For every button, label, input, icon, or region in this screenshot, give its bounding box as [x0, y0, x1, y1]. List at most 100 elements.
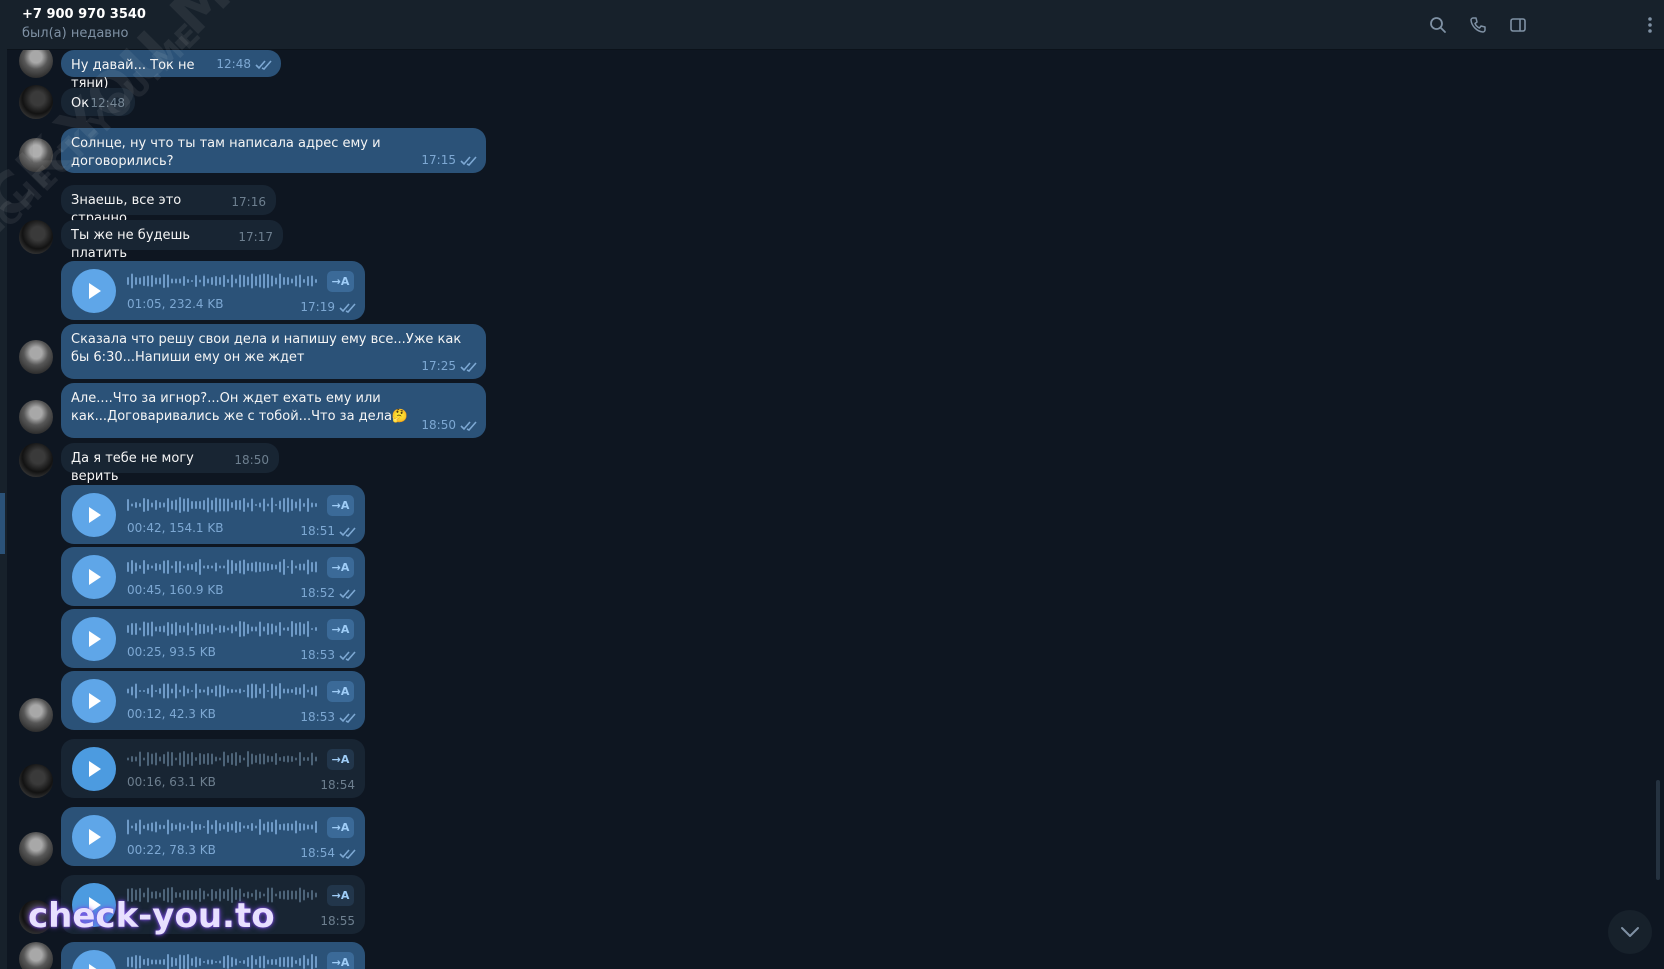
left-panel-edge [0, 0, 7, 969]
more-menu-icon[interactable] [1637, 12, 1663, 38]
play-icon [89, 829, 101, 845]
text-message[interactable]: Солнце, ну что ты там написала адрес ему… [61, 128, 486, 173]
voice-message[interactable]: →A 00:25, 93.5 KB 18:53 [61, 609, 365, 668]
message-time: 18:52 [300, 586, 335, 600]
play-icon [89, 631, 101, 647]
search-icon[interactable] [1425, 12, 1451, 38]
voice-duration-size: 00:45, 160.9 KB [127, 583, 224, 597]
left-panel-indicator [0, 493, 5, 554]
voice-duration-size: 00:42, 154.1 KB [127, 521, 224, 535]
play-icon [89, 964, 97, 969]
text-message[interactable]: Ты же не будешь платить 17:17 [61, 220, 283, 261]
text-message[interactable]: Знаешь, все это странно 17:16 [61, 185, 276, 226]
avatar[interactable] [19, 50, 53, 78]
scrollbar[interactable] [1656, 780, 1660, 880]
voice-duration-size: 00:12, 42.3 KB [127, 707, 216, 721]
read-receipt-icon [339, 651, 356, 661]
message-time: 18:50 [421, 418, 456, 432]
message-time: 17:25 [421, 359, 456, 373]
message-list[interactable]: Ну давай... Ток не тяни) 12:48 Ок 12:48 Солн… [7, 50, 1664, 969]
read-receipt-icon [460, 156, 477, 166]
message-text: Але....Что за игнор?...Он ждет ехать ему… [71, 391, 409, 424]
voice-waveform[interactable] [127, 619, 319, 639]
play-button[interactable] [72, 747, 116, 791]
text-message[interactable]: Але....Что за игнор?...Он ждет ехать ему… [61, 383, 486, 438]
message-time: 18:51 [300, 524, 335, 538]
avatar[interactable] [19, 340, 53, 374]
voice-duration-size: 00:22, 78.3 KB [127, 843, 216, 857]
voice-waveform[interactable] [127, 495, 319, 515]
contact-name[interactable]: +7 900 970 3540 [22, 7, 146, 22]
sidebar-toggle-icon[interactable] [1505, 12, 1531, 38]
voice-message[interactable]: →A 00:22, 78.3 KB 18:54 [61, 807, 365, 866]
message-time: 17:19 [300, 300, 335, 314]
avatar[interactable] [19, 832, 53, 866]
phone-icon[interactable] [1465, 12, 1491, 38]
message-time: 17:15 [421, 153, 456, 167]
play-button[interactable] [72, 815, 116, 859]
message-time: 18:50 [234, 453, 269, 467]
play-button[interactable] [72, 617, 116, 661]
play-icon [89, 693, 101, 709]
watermark-bottom: check-you.to [28, 896, 275, 936]
transcribe-button[interactable]: →A [327, 495, 354, 516]
play-icon [89, 283, 101, 299]
message-time: 17:16 [231, 195, 266, 209]
play-button[interactable] [72, 950, 116, 969]
text-message[interactable]: Да я тебе не могу верить 18:50 [61, 443, 279, 484]
play-icon [89, 761, 101, 777]
voice-message[interactable]: →A 00:45, 160.9 KB 18:52 [61, 547, 365, 606]
play-button[interactable] [72, 493, 116, 537]
avatar[interactable] [19, 764, 53, 798]
message-text: Сказала что решу свои дела и напишу ему … [71, 332, 462, 365]
voice-duration-size: 01:05, 232.4 KB [127, 297, 224, 311]
transcribe-button[interactable]: →A [327, 271, 354, 292]
voice-waveform[interactable] [127, 271, 319, 291]
text-message[interactable]: Сказала что решу свои дела и напишу ему … [61, 324, 486, 379]
voice-waveform[interactable] [127, 557, 319, 577]
message-time: 18:53 [300, 710, 335, 724]
avatar[interactable] [19, 698, 53, 732]
voice-waveform[interactable] [127, 817, 319, 837]
read-receipt-icon [339, 713, 356, 723]
avatar[interactable] [19, 443, 53, 477]
read-receipt-icon [339, 303, 356, 313]
play-button[interactable] [72, 555, 116, 599]
transcribe-button[interactable]: →A [327, 557, 354, 578]
play-icon [89, 569, 101, 585]
avatar[interactable] [19, 400, 53, 434]
chat-header: +7 900 970 3540 был(а) недавно [7, 0, 1664, 50]
play-icon [89, 507, 101, 523]
play-button[interactable] [72, 679, 116, 723]
message-text: Солнце, ну что ты там написала адрес ему… [71, 136, 381, 169]
play-button[interactable] [72, 269, 116, 313]
transcribe-button[interactable]: →A [327, 681, 354, 702]
transcribe-button[interactable]: →A [327, 885, 354, 906]
avatar[interactable] [19, 942, 53, 969]
message-time: 18:54 [300, 846, 335, 860]
transcribe-button[interactable]: →A [327, 952, 354, 969]
read-receipt-icon [460, 421, 477, 431]
message-time: 18:54 [320, 778, 355, 792]
voice-message[interactable]: →A 00:16, 63.1 KB 18:54 [61, 739, 365, 798]
contact-status: был(а) недавно [22, 26, 129, 41]
transcribe-button[interactable]: →A [327, 817, 354, 838]
message-time: 17:17 [238, 230, 273, 244]
message-time: 12:48 [216, 57, 251, 71]
voice-message[interactable]: →A 00:42, 154.1 KB 18:51 [61, 485, 365, 544]
scroll-to-bottom-button[interactable] [1608, 910, 1652, 954]
voice-message[interactable]: →A 00:12, 42.3 KB 18:53 [61, 671, 365, 730]
read-receipt-icon [339, 849, 356, 859]
transcribe-button[interactable]: →A [327, 619, 354, 640]
voice-waveform[interactable] [127, 681, 319, 701]
voice-waveform[interactable] [127, 749, 319, 769]
read-receipt-icon [339, 527, 356, 537]
read-receipt-icon [339, 589, 356, 599]
voice-duration-size: 00:25, 93.5 KB [127, 645, 216, 659]
voice-message[interactable]: →A 01:05, 232.4 KB 17:19 [61, 261, 365, 320]
voice-message[interactable]: →A [61, 942, 365, 969]
transcribe-button[interactable]: →A [327, 749, 354, 770]
voice-duration-size: 00:16, 63.1 KB [127, 775, 216, 789]
voice-waveform[interactable] [127, 952, 319, 969]
message-time: 18:55 [320, 914, 355, 928]
